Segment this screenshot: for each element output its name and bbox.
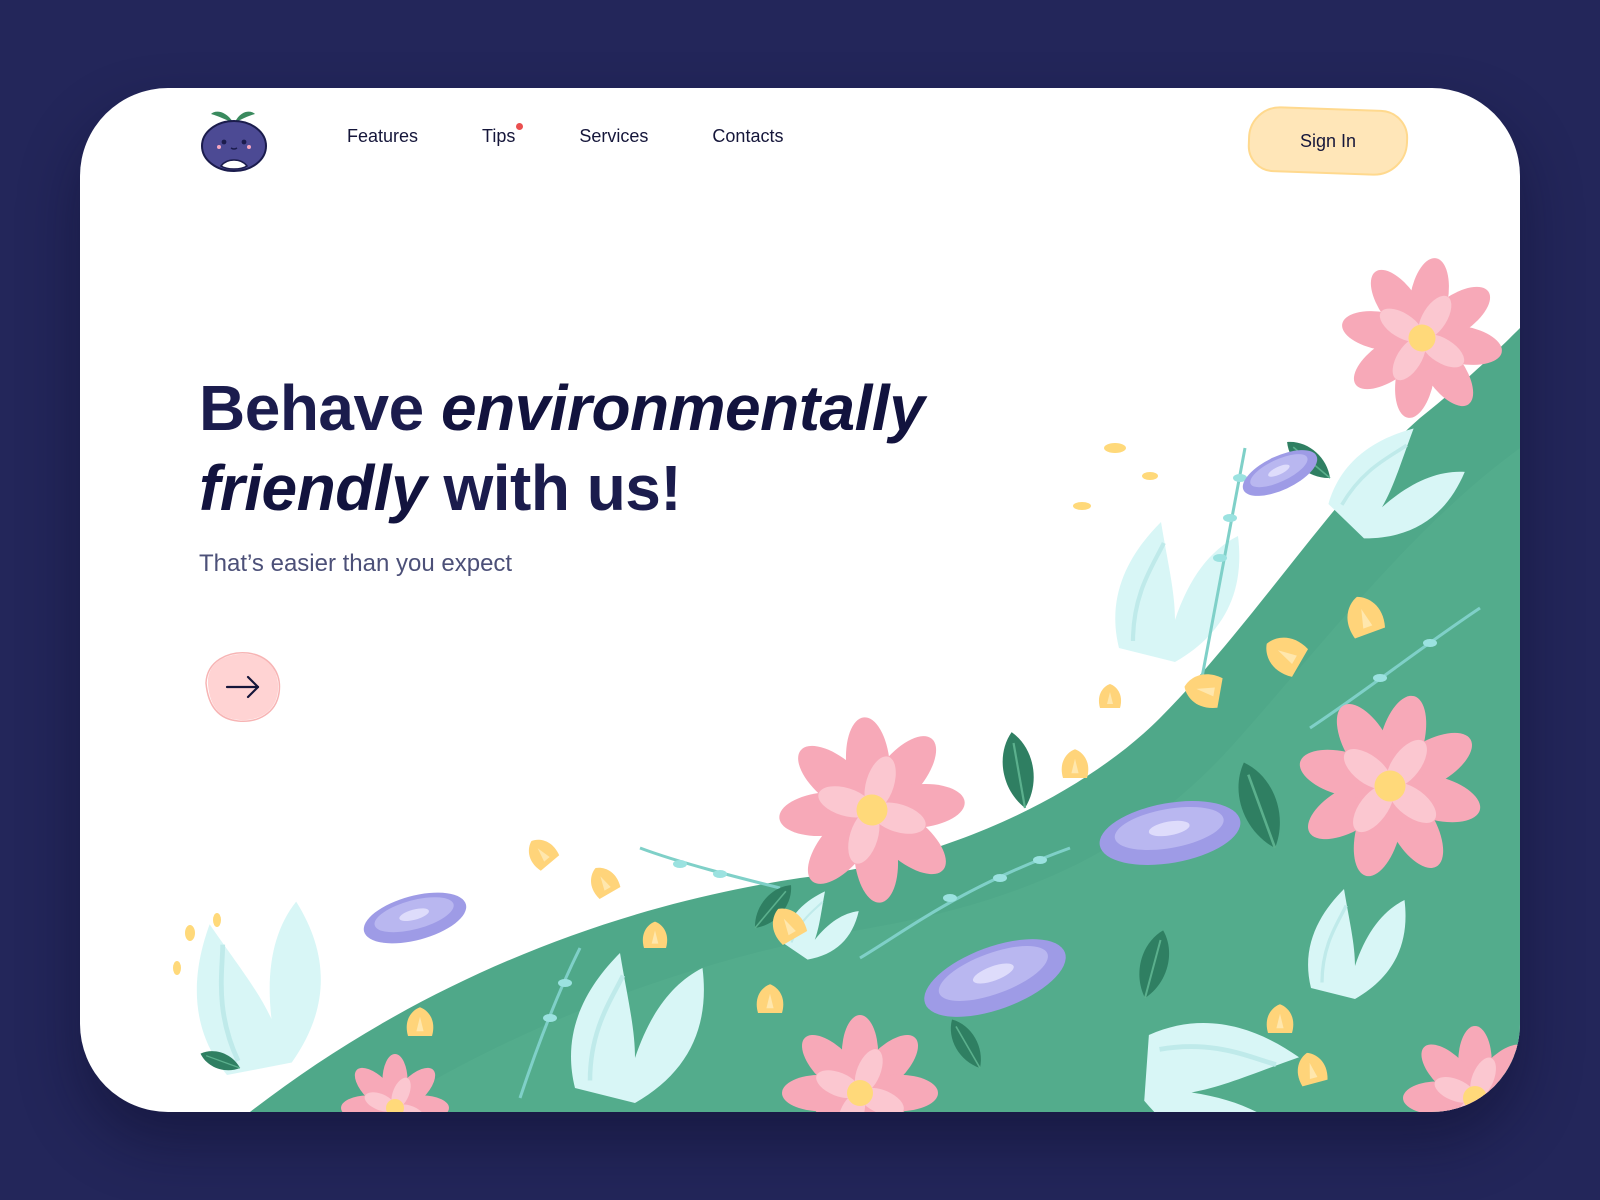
- nav-item-contacts[interactable]: Contacts: [712, 126, 783, 147]
- hero-subtitle: That’s easier than you expect: [199, 550, 513, 577]
- nav-links: Features Tips Services Contacts: [347, 123, 847, 147]
- nav-item-label: Contacts: [712, 126, 784, 146]
- headline-text: with us!: [426, 452, 682, 524]
- headline-text: Behave: [199, 372, 441, 444]
- nav-item-features[interactable]: Features: [347, 126, 418, 147]
- hero-headline: Behave environmentally friendly with us!: [199, 368, 1099, 528]
- sign-in-button[interactable]: Sign In: [1246, 105, 1410, 177]
- floral-hill-illustration: [80, 244, 1520, 1112]
- landing-card: Features Tips Services Contacts Sign In …: [80, 88, 1520, 1112]
- notification-dot-icon: [516, 123, 524, 130]
- headline-emphasis: environmentally: [440, 372, 925, 444]
- sign-in-label: Sign In: [1299, 130, 1357, 151]
- nav-item-label: Features: [347, 126, 419, 146]
- headline-emphasis: friendly: [199, 452, 427, 524]
- top-nav: Features Tips Services Contacts Sign In: [80, 88, 1520, 208]
- nav-item-tips[interactable]: Tips: [482, 123, 524, 147]
- nav-item-services[interactable]: Services: [579, 126, 648, 147]
- plum-mascot-logo-icon[interactable]: [199, 106, 269, 172]
- get-started-button[interactable]: [200, 649, 284, 725]
- nav-item-label: Services: [579, 126, 649, 146]
- nav-item-label: Tips: [482, 126, 516, 146]
